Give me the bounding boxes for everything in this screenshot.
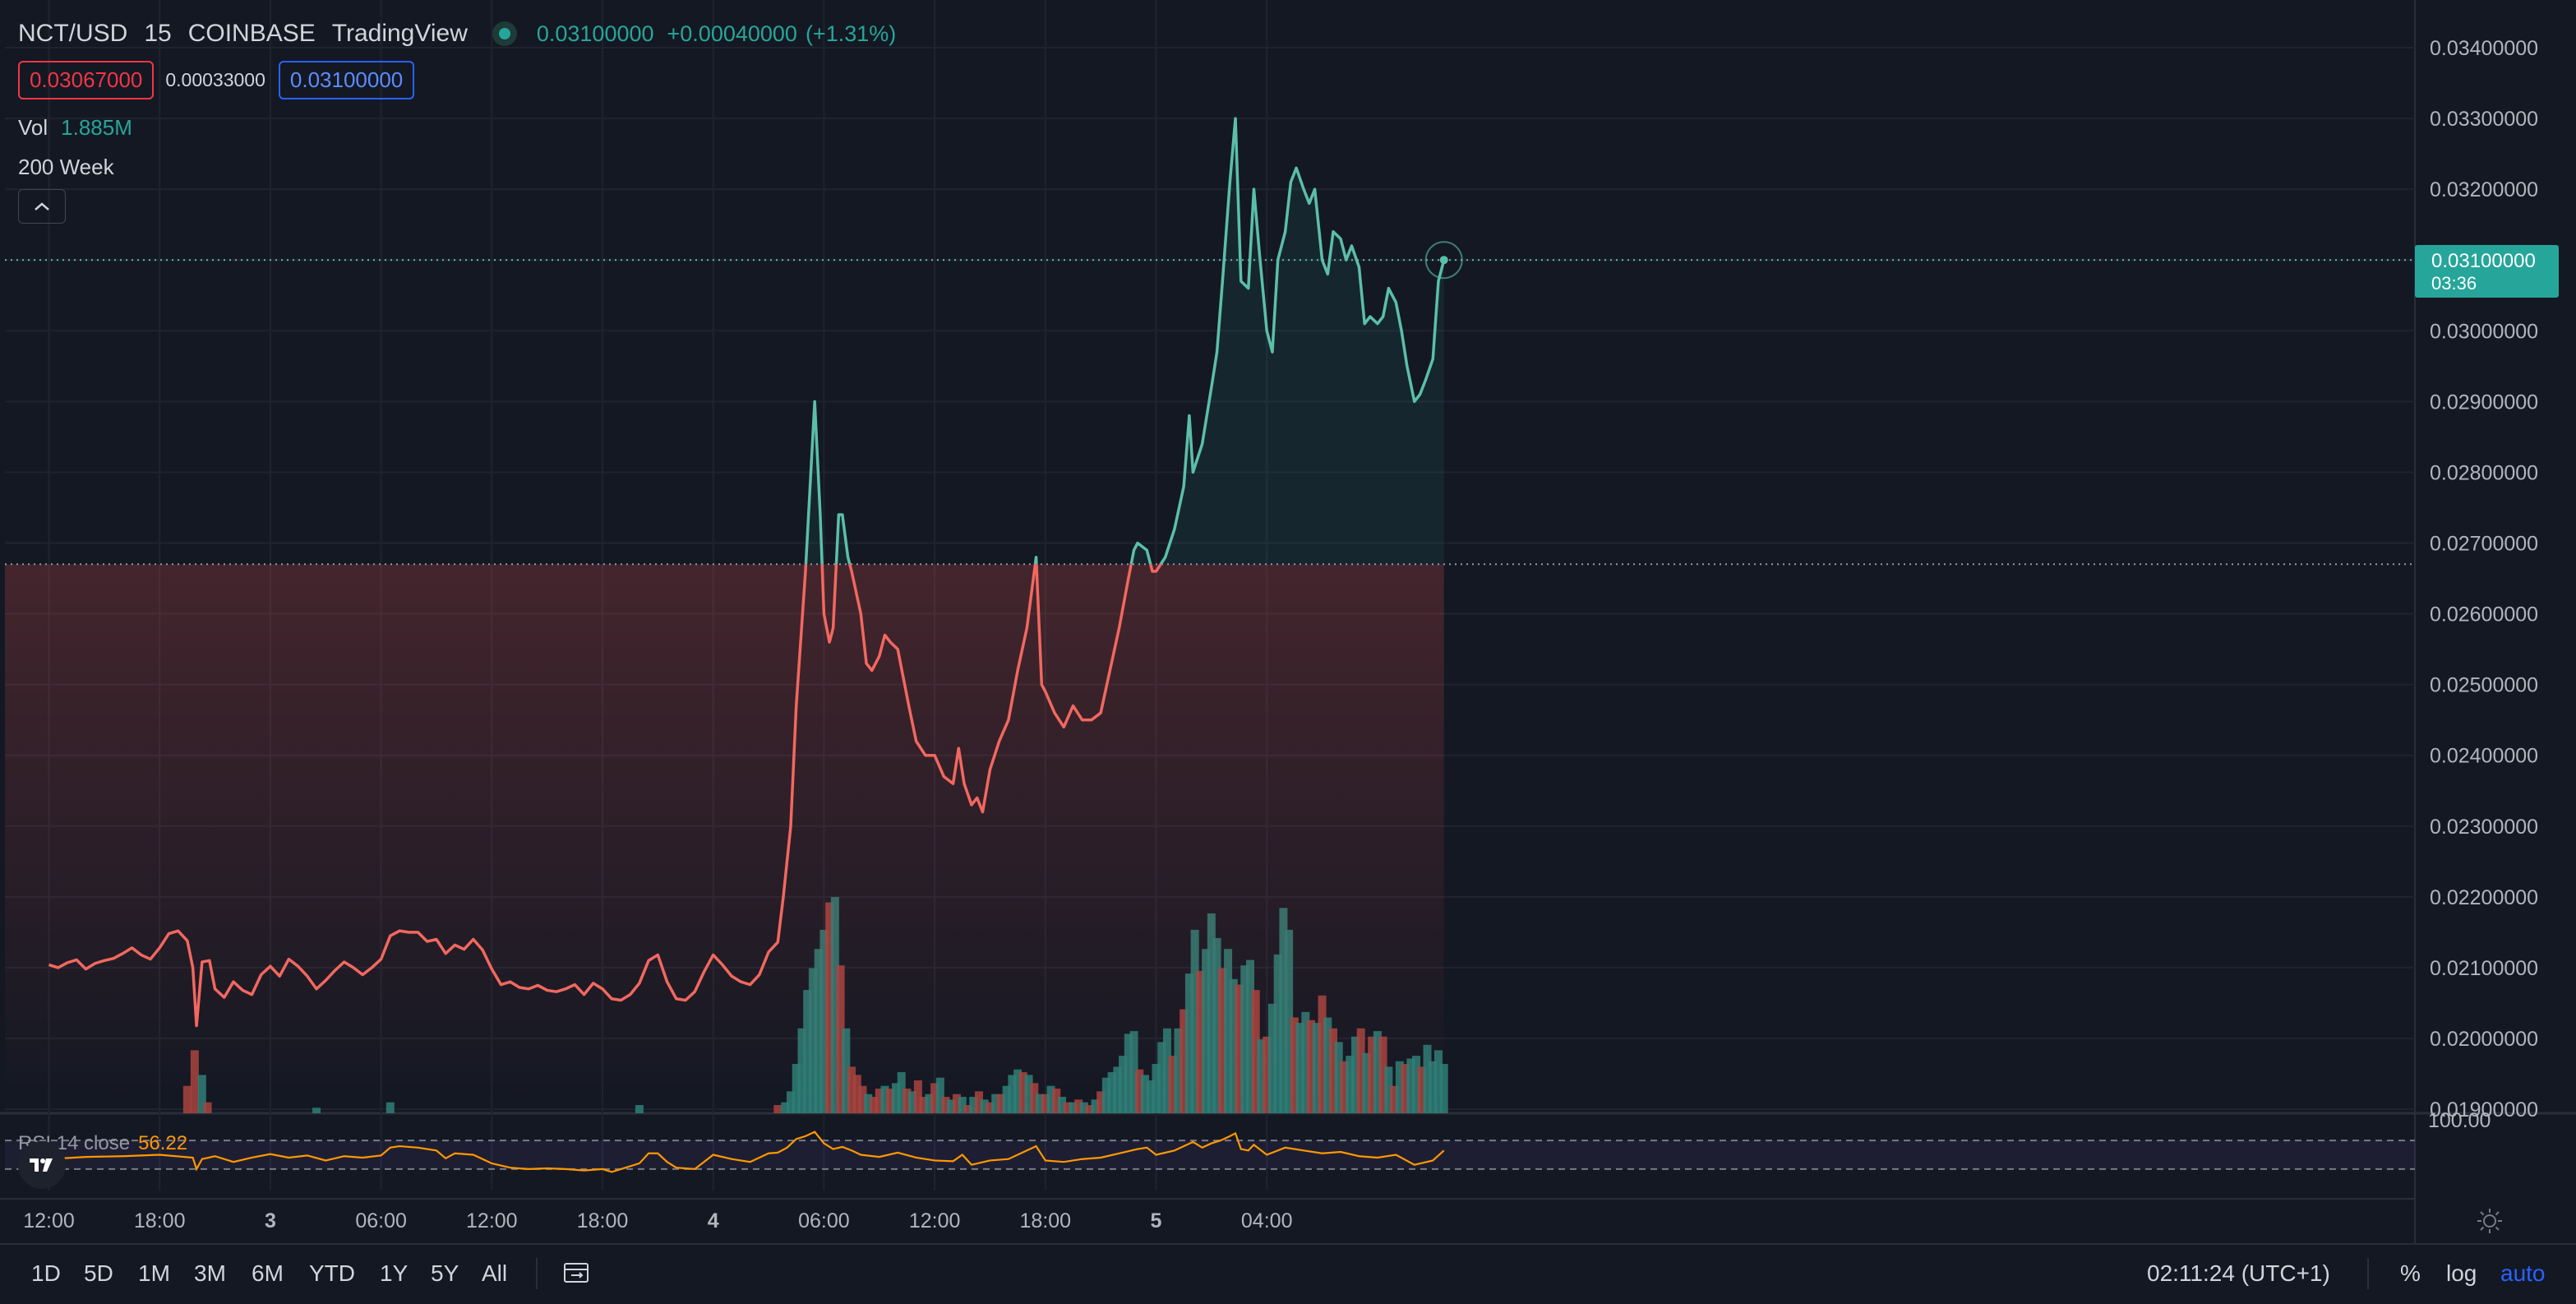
chevron-up-icon xyxy=(35,202,49,210)
settings-button[interactable] xyxy=(2476,1207,2504,1242)
price-axis-label: 0.03000000 xyxy=(2430,320,2538,343)
price-axis-label: 0.02900000 xyxy=(2430,391,2538,414)
volume-legend: Vol 1.885M xyxy=(18,115,132,141)
bid-ask-row: 0.03067000 0.00033000 0.03100000 xyxy=(18,61,415,99)
time-axis-label: 12:00 xyxy=(466,1209,518,1232)
auto-scale-toggle[interactable]: auto xyxy=(2500,1260,2546,1287)
price-change: +0.00040000 xyxy=(667,21,797,46)
price-axis-label: 0.02200000 xyxy=(2430,886,2538,909)
gear-icon xyxy=(2477,1209,2502,1233)
price-axis-label: 0.02700000 xyxy=(2430,532,2538,555)
volume-label[interactable]: Vol xyxy=(18,115,48,141)
time-axis-label: 12:00 xyxy=(23,1209,75,1232)
last-point-dot xyxy=(1439,256,1448,265)
price-axis-label: 0.02500000 xyxy=(2430,674,2538,697)
indicator-legend: 200 Week xyxy=(18,155,114,180)
interval-label[interactable]: 15 xyxy=(144,20,171,48)
range-all-button[interactable]: All xyxy=(482,1260,507,1287)
price-axis-label: 0.03400000 xyxy=(2430,37,2538,60)
range-6m-button[interactable]: 6M xyxy=(252,1260,284,1287)
date-range-button[interactable] xyxy=(562,1260,592,1292)
price-axis-label: 0.02100000 xyxy=(2430,957,2538,980)
collapse-legend-button[interactable] xyxy=(18,189,66,224)
toolbar-separator-2 xyxy=(2367,1258,2369,1289)
price-axis-label: 0.02800000 xyxy=(2430,461,2538,484)
price-axis-label: 0.03300000 xyxy=(2430,108,2538,131)
source-label: TradingView xyxy=(331,20,468,47)
volume-bar xyxy=(203,1102,212,1113)
range-ytd-button[interactable]: YTD xyxy=(309,1260,355,1287)
volume-bar xyxy=(773,1105,782,1113)
toolbar-divider xyxy=(0,1243,2576,1245)
tradingview-logo[interactable] xyxy=(18,1141,66,1189)
indicator-label[interactable]: 200 Week xyxy=(18,155,114,180)
time-axis-label: 04:00 xyxy=(1241,1209,1293,1232)
log-scale-toggle[interactable]: log xyxy=(2446,1260,2477,1287)
range-1m-button[interactable]: 1M xyxy=(138,1260,170,1287)
time-axis-label: 18:00 xyxy=(1020,1209,1072,1232)
time-axis-label: 12:00 xyxy=(909,1209,961,1232)
bar-countdown: 03:36 xyxy=(2431,273,2477,294)
exchange-label: COINBASE xyxy=(187,20,316,47)
price-axis-label: 0.02000000 xyxy=(2430,1028,2538,1051)
time-axis-label: 18:00 xyxy=(577,1209,629,1232)
range-5d-button[interactable]: 5D xyxy=(84,1260,113,1287)
time-axis-label: 5 xyxy=(1151,1209,1162,1232)
price-axis-label: 0.03200000 xyxy=(2430,178,2538,201)
range-1d-button[interactable]: 1D xyxy=(31,1260,61,1287)
time-axis-label: 06:00 xyxy=(355,1209,407,1232)
volume-value: 1.885M xyxy=(61,115,132,140)
chart-canvas[interactable]: 0.03400000 0.03300000 0.03200000 0.03100000… xyxy=(0,0,2576,1304)
range-3m-button[interactable]: 3M xyxy=(194,1260,226,1287)
percent-scale-toggle[interactable]: % xyxy=(2400,1260,2421,1287)
current-price-label: 0.03100000 xyxy=(2431,250,2536,272)
chart-stage: 0.03400000 0.03300000 0.03200000 0.03100000… xyxy=(0,0,2576,1304)
price-axis-label: 0.02400000 xyxy=(2430,745,2538,768)
price-axis-label: 0.02600000 xyxy=(2430,603,2538,627)
range-1y-button[interactable]: 1Y xyxy=(380,1260,408,1287)
last-price: 0.03100000 xyxy=(536,21,654,46)
clock-timezone[interactable]: 02:11:24 (UTC+1) xyxy=(2147,1260,2330,1287)
tradingview-logo-icon xyxy=(30,1158,53,1172)
range-5y-button[interactable]: 5Y xyxy=(431,1260,459,1287)
calendar-range-icon xyxy=(564,1263,589,1283)
down-area-group xyxy=(5,564,1444,1102)
price-axis-label: 0.02300000 xyxy=(2430,816,2538,839)
ask-price-box[interactable]: 0.03100000 xyxy=(278,61,415,99)
toolbar-separator xyxy=(536,1258,538,1289)
symbol-legend: NCT/USD 15 COINBASE TradingView 0.031000… xyxy=(18,20,896,48)
volume-bar xyxy=(385,1102,395,1113)
price-change-pct: (+1.31%) xyxy=(805,21,897,46)
time-axis-label: 06:00 xyxy=(798,1209,850,1232)
bid-price-box[interactable]: 0.03067000 xyxy=(18,61,155,99)
symbol-name[interactable]: NCT/USD xyxy=(18,20,127,48)
current-price-badge: 0.03100000 03:36 xyxy=(2415,245,2559,298)
time-axis-label: 3 xyxy=(265,1209,276,1232)
spread-value: 0.00033000 xyxy=(165,69,265,90)
rsi-axis-label: 100.00 xyxy=(2428,1109,2491,1132)
volume-bar xyxy=(635,1105,644,1113)
time-axis-label: 18:00 xyxy=(134,1209,186,1232)
market-open-dot-icon xyxy=(492,21,517,46)
rsi-value: 56.22 xyxy=(138,1132,188,1154)
volume-bar xyxy=(312,1107,321,1113)
time-axis-label: 4 xyxy=(708,1209,719,1232)
down-area-fill xyxy=(5,564,1444,1102)
